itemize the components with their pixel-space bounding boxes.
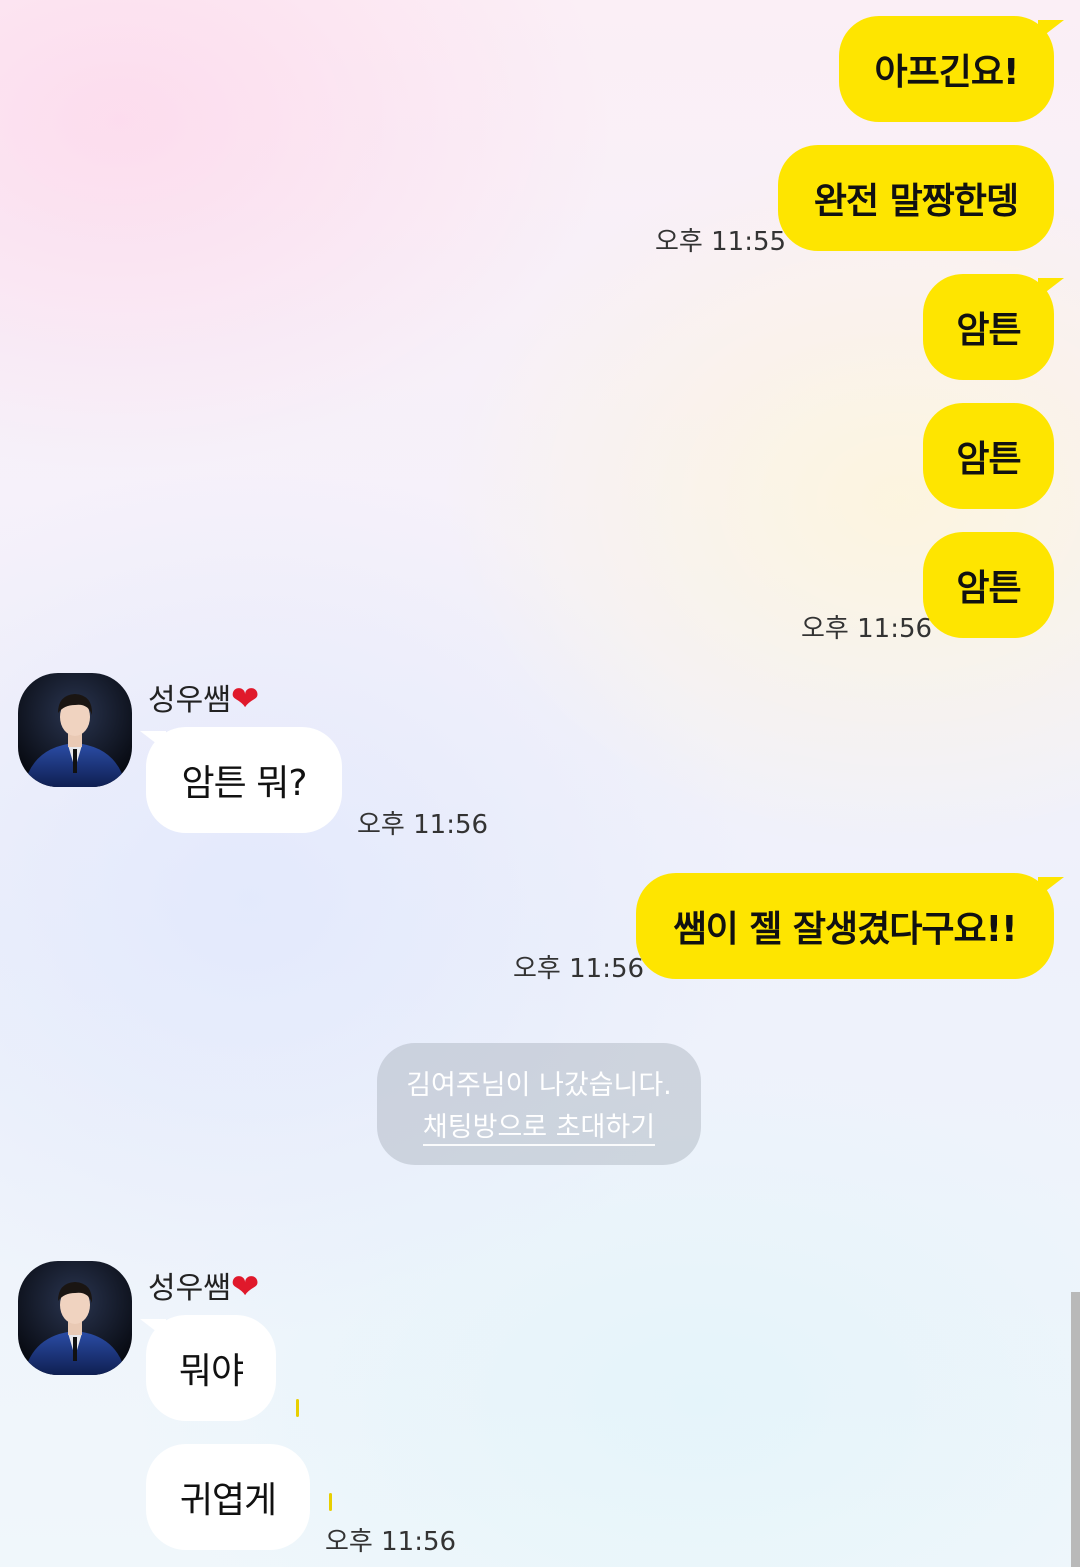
their-message-bubble[interactable]: 귀엽게: [146, 1444, 310, 1550]
their-message-bubble[interactable]: 암튼 뭐?: [146, 727, 342, 833]
bubble-tail: [1038, 278, 1064, 298]
message-time: 오후 11:55: [655, 227, 787, 257]
message-time: 오후 11:56: [513, 954, 645, 984]
heart-icon: ❤: [230, 679, 260, 719]
scrollbar[interactable]: [1071, 1292, 1080, 1567]
my-message-bubble[interactable]: 암튼: [923, 403, 1054, 509]
message-text: 아프긴요!: [874, 52, 1020, 93]
my-message-bubble[interactable]: 암튼: [923, 274, 1054, 380]
my-message-bubble[interactable]: 아프긴요!: [839, 16, 1054, 122]
avatar[interactable]: [18, 673, 132, 787]
message-text: 뭐야: [178, 1351, 244, 1392]
unread-marker: [329, 1493, 332, 1511]
invite-to-chat-link[interactable]: 채팅방으로 초대하기: [422, 1112, 656, 1146]
bubble-tail: [1038, 20, 1064, 40]
sender-name: 성우쌤❤: [148, 1267, 260, 1307]
their-message-bubble[interactable]: 뭐야: [146, 1315, 276, 1421]
message-text: 완전 말짱한뎅: [813, 181, 1019, 222]
my-message-bubble[interactable]: 암튼: [923, 532, 1054, 638]
message-text: 암튼: [956, 310, 1021, 351]
heart-icon: ❤: [230, 1267, 260, 1307]
profile-photo: [18, 673, 132, 787]
message-text: 암튼: [956, 439, 1021, 480]
message-time: 오후 11:56: [357, 810, 489, 840]
bubble-tail: [1038, 877, 1064, 897]
message-time: 오후 11:56: [325, 1527, 457, 1557]
message-text: 귀엽게: [179, 1480, 277, 1521]
unread-marker: [296, 1399, 299, 1417]
message-text: 암튼: [956, 568, 1021, 609]
message-text: 암튼 뭐?: [181, 763, 308, 804]
sender-name: 성우쌤❤: [148, 679, 260, 719]
message-time: 오후 11:56: [801, 614, 933, 644]
my-message-bubble[interactable]: 쌤이 젤 잘생겼다구요!!: [636, 873, 1054, 979]
system-notice: 김여주님이 나갔습니다. 채팅방으로 초대하기: [377, 1043, 701, 1165]
message-text: 쌤이 젤 잘생겼다구요!!: [673, 909, 1018, 950]
profile-photo: [18, 1261, 132, 1375]
my-message-bubble[interactable]: 완전 말짱한뎅: [778, 145, 1054, 251]
avatar[interactable]: [18, 1261, 132, 1375]
left-chat-notice: 김여주님이 나갔습니다.: [406, 1070, 672, 1101]
chat-area[interactable]: 아프긴요! 완전 말짱한뎅 오후 11:55 암튼 암튼 암튼 오후 11:56: [0, 0, 1080, 1567]
